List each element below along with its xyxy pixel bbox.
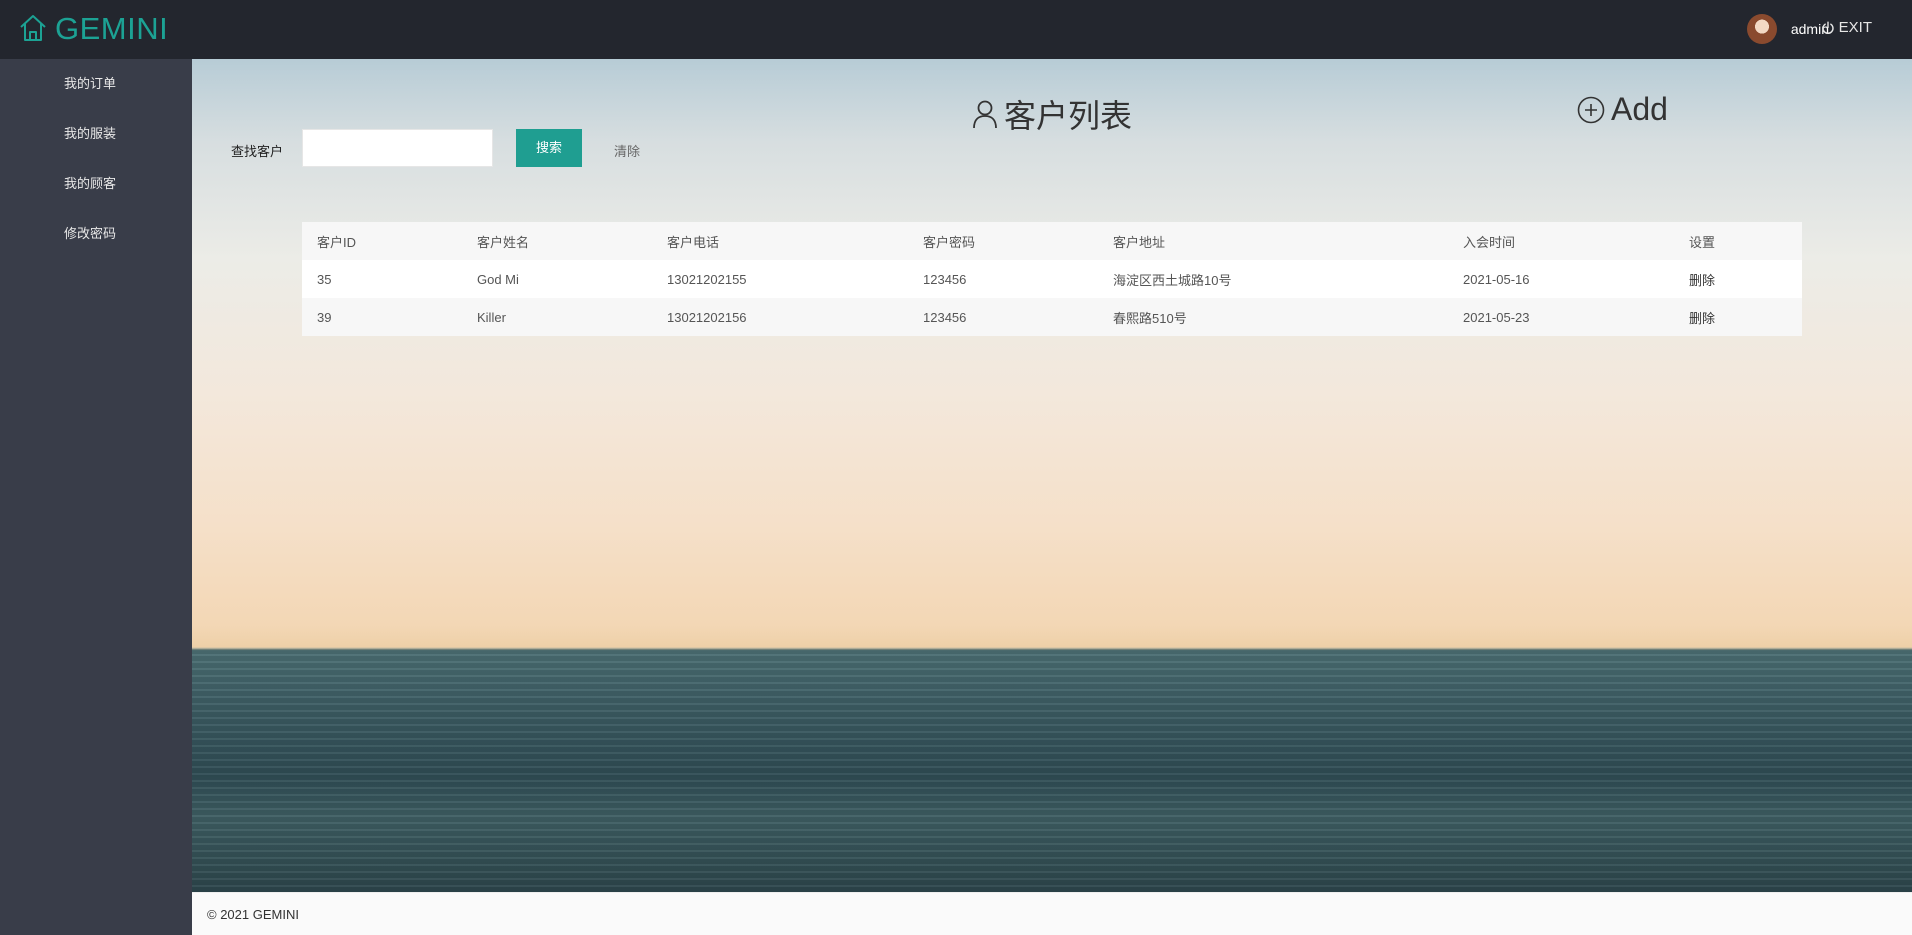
page-title: 客户列表 [972,91,1132,137]
column-header-address: 客户地址 [1113,234,1166,250]
cell-phone: 13021202155 [667,271,747,287]
cell-id: 35 [317,271,332,287]
cell-password: 123456 [923,309,967,325]
footer-copyright: © 2021 GEMINI [207,907,299,922]
column-header-name: 客户姓名 [477,234,530,250]
add-label: Add [1611,91,1668,127]
sidebar-item-orders[interactable]: 我的订单 [0,59,192,109]
cell-address: 海淀区西土城路10号 [1113,272,1232,288]
column-header-password: 客户密码 [923,234,976,250]
column-header-phone: 客户电话 [667,234,720,250]
clear-button[interactable]: 清除 [614,141,640,160]
sidebar-item-clothing[interactable]: 我的服装 [0,109,192,159]
footer: © 2021 GEMINI [192,892,1912,935]
customer-table: 客户ID 客户姓名 客户电话 客户密码 客户地址 入会时间 设置 35 God … [302,222,1802,336]
add-customer-button[interactable]: Add [1577,91,1668,128]
page-title-text: 客户列表 [1004,98,1133,134]
delete-button[interactable]: 删除 [1689,311,1715,326]
cell-joined: 2021-05-16 [1463,271,1530,287]
exit-label: EXIT [1838,19,1872,36]
cell-id: 39 [317,309,332,325]
column-header-joined: 入会时间 [1463,234,1516,250]
top-header: GEMINI admin EXIT [0,0,1912,59]
user-icon [973,100,997,129]
user-menu[interactable]: admin [1746,14,1829,44]
search-button[interactable]: 搜索 [516,129,582,167]
table-row: 39 Killer 13021202156 123456 春熙路510号 202… [302,298,1802,336]
search-input[interactable] [302,129,493,167]
power-icon [1821,21,1834,34]
cell-phone: 13021202156 [667,309,747,325]
delete-button[interactable]: 删除 [1689,273,1715,288]
cell-action: 删除 [1674,298,1802,336]
avatar[interactable] [1746,14,1777,44]
search-label: 查找客户 [231,144,284,159]
sidebar-item-change-password[interactable]: 修改密码 [0,209,192,259]
cell-name: God Mi [477,271,519,287]
table-header-row: 客户ID 客户姓名 客户电话 客户密码 客户地址 入会时间 设置 [302,222,1802,260]
cell-password: 123456 [923,271,967,287]
plus-circle-icon [1577,96,1605,123]
cell-joined: 2021-05-23 [1463,309,1530,325]
exit-button[interactable]: EXIT [1821,19,1872,36]
column-header-settings: 设置 [1689,234,1716,250]
main-content: 查找客户 搜索 清除 客户列表 Add 客户ID 客户姓名 客户电话 客户密码 … [192,59,1912,892]
cell-action: 删除 [1674,260,1802,298]
background-sea [192,647,1912,892]
table-row: 35 God Mi 13021202155 123456 海淀区西土城路10号 … [302,260,1802,298]
cell-name: Killer [477,309,506,325]
cell-address: 春熙路510号 [1113,310,1187,326]
column-header-id: 客户ID [317,234,357,250]
sidebar: 我的订单 我的服装 我的顾客 修改密码 [0,59,192,935]
sidebar-item-customers[interactable]: 我的顾客 [0,159,192,209]
home-icon [18,13,48,46]
logo-text: GEMINI [55,11,169,46]
app-logo[interactable]: GEMINI [18,12,168,46]
